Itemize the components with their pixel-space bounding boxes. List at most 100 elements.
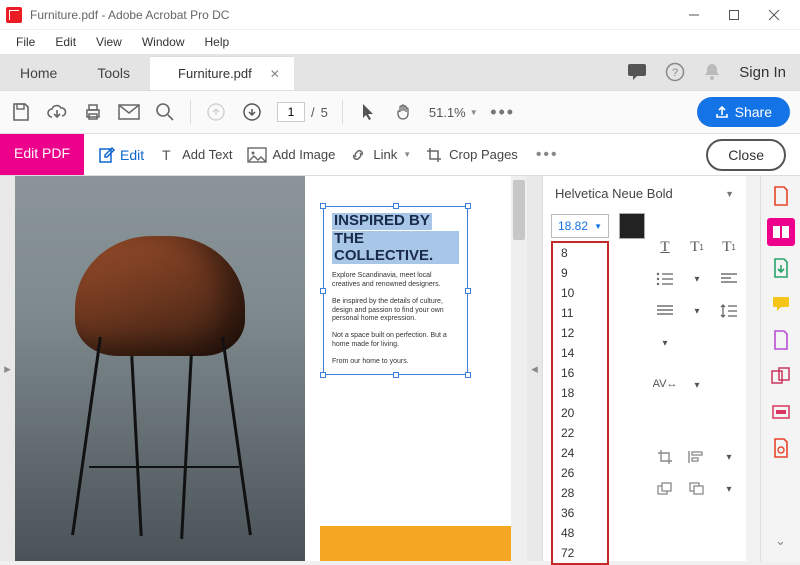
font-size-option[interactable]: 22 (553, 423, 607, 443)
font-size-option[interactable]: 9 (553, 263, 607, 283)
font-size-option[interactable]: 72 (553, 543, 607, 563)
edit-pdf-icon[interactable] (767, 218, 795, 246)
arrange-dropdown[interactable]: ▾ (717, 478, 741, 500)
font-size-option[interactable]: 26 (553, 463, 607, 483)
sign-in-link[interactable]: Sign In (739, 64, 786, 81)
save-icon[interactable] (10, 101, 32, 123)
bullet-list-icon[interactable] (653, 268, 677, 290)
font-size-option[interactable]: 36 (553, 503, 607, 523)
print-icon[interactable] (82, 101, 104, 123)
more-edit-icon[interactable]: ••• (536, 146, 559, 164)
combine-icon[interactable] (767, 362, 795, 390)
headline[interactable]: INSPIRED BY THE COLLECTIVE. (332, 213, 459, 264)
menu-help[interactable]: Help (197, 32, 238, 52)
font-size-option[interactable]: 14 (553, 343, 607, 363)
edit-button[interactable]: Edit (98, 146, 144, 164)
subscript-icon[interactable]: T1 (717, 236, 741, 258)
page-current-input[interactable] (277, 102, 305, 122)
link-button[interactable]: Link ▼ (349, 146, 411, 164)
crop-button[interactable]: Crop Pages (425, 146, 518, 164)
tab-home[interactable]: Home (0, 56, 77, 90)
comment-icon[interactable] (627, 63, 647, 81)
align-left-icon[interactable] (717, 268, 741, 290)
distribute-icon[interactable] (685, 478, 709, 500)
create-pdf-icon[interactable] (767, 182, 795, 210)
paragraph-1[interactable]: Explore Scandinavia, meet local creative… (332, 272, 459, 290)
font-size-option[interactable]: 10 (553, 283, 607, 303)
superscript-icon[interactable]: T1 (685, 236, 709, 258)
paragraph-3[interactable]: Not a space built on perfection. But a h… (332, 332, 459, 350)
font-size-option[interactable]: 11 (553, 303, 607, 323)
scrollbar-thumb[interactable] (513, 180, 525, 240)
minimize-button[interactable] (674, 0, 714, 30)
font-size-option[interactable]: 24 (553, 443, 607, 463)
align-justify-icon[interactable] (653, 300, 677, 322)
menu-edit[interactable]: Edit (47, 32, 84, 52)
font-size-option[interactable]: 48 (553, 523, 607, 543)
spacing-dropdown[interactable]: ▾ (653, 332, 677, 354)
redact-icon[interactable] (767, 398, 795, 426)
font-family-select[interactable]: Helvetica Neue Bold ▼ (551, 184, 738, 203)
hand-icon[interactable] (393, 101, 415, 123)
tab-document[interactable]: Furniture.pdf ✕ (150, 56, 294, 90)
color-swatch[interactable] (619, 213, 645, 239)
export-pdf-icon[interactable] (767, 254, 795, 282)
organize-icon[interactable] (767, 326, 795, 354)
document-footer-bar (320, 526, 511, 561)
more-icon[interactable]: ••• (492, 101, 514, 123)
mail-icon[interactable] (118, 101, 140, 123)
menu-file[interactable]: File (8, 32, 43, 52)
close-button[interactable]: Close (706, 139, 786, 171)
list-style-dropdown[interactable]: ▾ (685, 268, 709, 290)
font-size-option[interactable]: 12 (553, 323, 607, 343)
crop-tool-icon[interactable] (653, 446, 677, 468)
page-number: / 5 (277, 102, 328, 122)
align-dropdown[interactable]: ▾ (685, 300, 709, 322)
page-total: 5 (321, 105, 328, 120)
add-text-button[interactable]: T Add Text (158, 146, 232, 164)
paragraph-2[interactable]: Be inspired by the details of culture, d… (332, 298, 459, 324)
left-panel-toggle[interactable]: ▸ (0, 176, 15, 561)
maximize-button[interactable] (714, 0, 754, 30)
tab-tools[interactable]: Tools (77, 56, 150, 90)
menu-window[interactable]: Window (134, 32, 193, 52)
page-sep: / (311, 105, 315, 120)
zoom-select[interactable]: 51.1%▼ (429, 105, 478, 120)
close-button[interactable] (754, 0, 794, 30)
font-size-option[interactable]: 8 (553, 243, 607, 263)
font-size-option[interactable]: 18 (553, 383, 607, 403)
protect-icon[interactable] (767, 434, 795, 462)
tab-close-icon[interactable]: ✕ (270, 67, 280, 81)
line-spacing-icon[interactable] (717, 300, 741, 322)
font-size-dropdown: 891011121416182022242628364872 (551, 241, 609, 565)
menu-view[interactable]: View (88, 32, 130, 52)
text-format-tools: T T1 T1 ▾ ▾ ▾ AV↔ ▾ ▾ ▾ (653, 236, 743, 500)
font-size-option[interactable]: 16 (553, 363, 607, 383)
arrange-icon[interactable] (653, 478, 677, 500)
add-image-button[interactable]: Add Image (247, 147, 336, 163)
align-objects-icon[interactable] (685, 446, 709, 468)
panel-scrollbar[interactable] (746, 176, 760, 561)
format-panel-toggle[interactable]: ◂ (527, 176, 542, 561)
pointer-icon[interactable] (357, 101, 379, 123)
font-size-select[interactable]: 18.82 ▼ (551, 214, 609, 238)
help-icon[interactable]: ? (665, 62, 685, 82)
prev-page-icon[interactable] (205, 101, 227, 123)
text-selection-box[interactable]: INSPIRED BY THE COLLECTIVE. Explore Scan… (323, 206, 468, 375)
search-icon[interactable] (154, 101, 176, 123)
underline-icon[interactable]: T (653, 236, 677, 258)
comment-tool-icon[interactable] (767, 290, 795, 318)
expand-rail-icon[interactable]: ⌄ (767, 527, 795, 555)
align-objects-dropdown[interactable]: ▾ (717, 446, 741, 468)
font-size-option[interactable]: 20 (553, 403, 607, 423)
bell-icon[interactable] (703, 62, 721, 82)
share-button[interactable]: Share (697, 97, 790, 127)
document-view[interactable]: INSPIRED BY THE COLLECTIVE. Explore Scan… (15, 176, 511, 561)
cloud-icon[interactable] (46, 101, 68, 123)
document-scrollbar[interactable] (511, 176, 527, 561)
kerning-dropdown[interactable]: ▾ (685, 374, 709, 396)
font-size-option[interactable]: 28 (553, 483, 607, 503)
next-page-icon[interactable] (241, 101, 263, 123)
paragraph-4[interactable]: From our home to yours. (332, 358, 459, 367)
kerning-icon[interactable]: AV↔ (653, 374, 677, 396)
